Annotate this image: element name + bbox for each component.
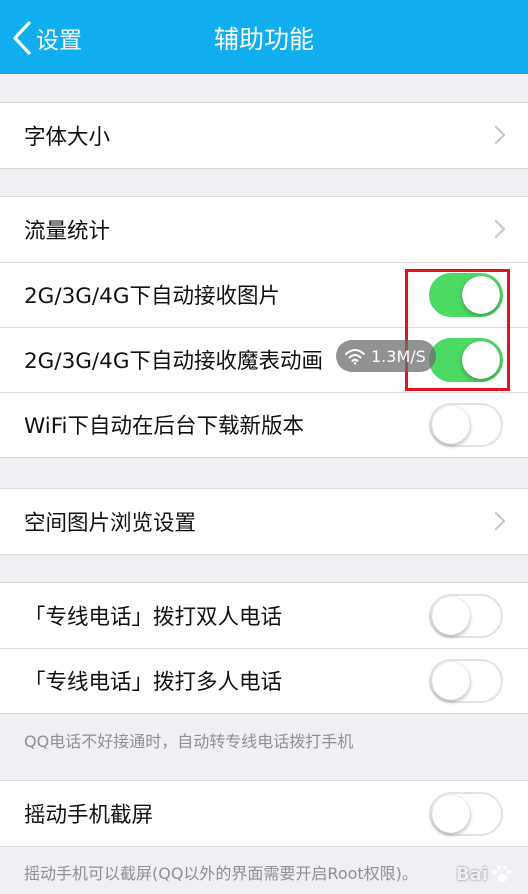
page-title: 辅助功能 (213, 25, 314, 54)
row-label: 流量统计 (24, 219, 111, 244)
toggle-knob (432, 406, 470, 444)
row-label: 2G/3G/4G下自动接收图片 (24, 284, 281, 309)
photo-browse-group: 空间图片浏览设置 (0, 488, 528, 555)
toggle-knob (432, 795, 470, 833)
qzone-photo-settings-row[interactable]: 空间图片浏览设置 (0, 489, 528, 554)
row-label: 「专线电话」拨打双人电话 (24, 605, 283, 630)
multi-party-call-row: 「专线电话」拨打多人电话 (0, 648, 528, 713)
paw-icon (492, 865, 512, 882)
chevron-right-icon (494, 125, 506, 145)
row-label: 空间图片浏览设置 (24, 511, 197, 536)
toggle-knob (462, 341, 500, 379)
shake-screenshot-toggle[interactable] (429, 792, 503, 836)
row-label: WiFi下自动在后台下载新版本 (24, 414, 305, 439)
wifi-auto-download-toggle[interactable] (429, 403, 503, 447)
auto-receive-images-toggle[interactable] (429, 273, 503, 317)
phone-line-group: 「专线电话」拨打双人电话 「专线电话」拨打多人电话 (0, 582, 528, 714)
two-party-call-row: 「专线电话」拨打双人电话 (0, 583, 528, 648)
multi-party-call-toggle[interactable] (429, 659, 503, 703)
network-speed-text: 1.3M/S (371, 346, 426, 366)
row-label: 2G/3G/4G下自动接收魔表动画 (24, 349, 324, 374)
traffic-stats-row[interactable]: 流量统计 (0, 197, 528, 262)
chevron-right-icon (494, 511, 506, 531)
auto-receive-images-row: 2G/3G/4G下自动接收图片 (0, 262, 528, 327)
wifi-icon (345, 349, 365, 365)
row-label: 摇动手机截屏 (24, 803, 154, 828)
auto-receive-animations-row: 2G/3G/4G下自动接收魔表动画 (0, 327, 528, 392)
navigation-bar: 设置 辅助功能 (0, 0, 528, 74)
data-usage-group: 流量统计 2G/3G/4G下自动接收图片 2G/3G/4G下自动接收魔表动画 W… (0, 196, 528, 458)
network-speed-badge: 1.3M/S (336, 340, 436, 372)
toggle-knob (432, 662, 470, 700)
watermark: Bai (456, 862, 514, 886)
auto-receive-animations-toggle[interactable] (429, 338, 503, 382)
shake-screenshot-group: 摇动手机截屏 (0, 780, 528, 847)
shake-screenshot-row: 摇动手机截屏 (0, 781, 528, 846)
shake-footnote: 摇动手机可以截屏(QQ以外的界面需要开启Root权限)。 (24, 864, 418, 883)
phone-footnote: QQ电话不好接通时，自动转专线电话拨打手机 (24, 732, 354, 751)
row-label: 字体大小 (24, 125, 111, 150)
chevron-right-icon (494, 219, 506, 239)
row-label: 「专线电话」拨打多人电话 (24, 670, 283, 695)
watermark-text: Bai (455, 863, 488, 885)
two-party-call-toggle[interactable] (429, 594, 503, 638)
font-size-row[interactable]: 字体大小 (0, 103, 528, 168)
toggle-knob (462, 276, 500, 314)
wifi-auto-download-row: WiFi下自动在后台下载新版本 (0, 392, 528, 457)
font-size-group: 字体大小 (0, 102, 528, 169)
toggle-knob (432, 597, 470, 635)
